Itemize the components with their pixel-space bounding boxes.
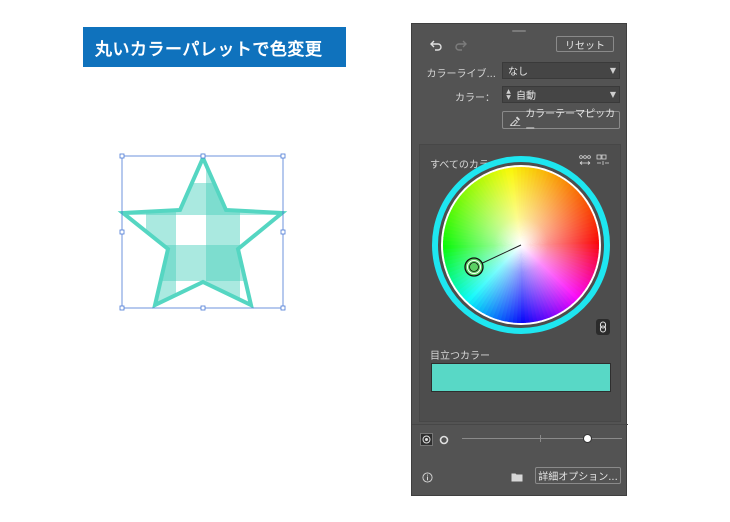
panel-grip[interactable]	[512, 30, 526, 32]
colors-value: 自動	[516, 91, 536, 102]
chevron-down-icon: ▼	[609, 90, 617, 99]
advanced-options-label: 詳細オプション...	[538, 472, 618, 483]
page-title-banner: 丸いカラーパレットで色変更	[83, 27, 346, 67]
library-value: なし	[508, 67, 528, 78]
prominent-color-swatch[interactable]	[431, 363, 611, 392]
stepper-icon[interactable]: ▲ ▼	[503, 88, 514, 101]
reset-button-label: リセット	[565, 40, 605, 52]
slider-midpoint-tick	[540, 435, 541, 442]
color-theme-picker-button[interactable]: カラーテーマピッカー	[502, 109, 620, 135]
reset-button[interactable]: リセット	[556, 36, 614, 52]
link-harmony-icon[interactable]	[596, 319, 610, 335]
colors-label: カラー：	[455, 93, 495, 104]
library-dropdown[interactable]: なし ▼	[502, 62, 620, 79]
brightness-slider[interactable]	[462, 438, 622, 439]
page-title: 丸いカラーパレットで色変更	[95, 39, 323, 60]
divider	[412, 424, 628, 425]
prominent-colors-label: 目立つカラー	[430, 351, 490, 362]
color-theme-picker-label: カラーテーマピッカー	[525, 109, 616, 135]
brightness-mode-icon[interactable]	[420, 433, 433, 446]
chevron-down-icon: ▼	[609, 66, 617, 75]
brightness-slider-thumb[interactable]	[583, 434, 592, 443]
info-icon[interactable]	[421, 471, 434, 484]
artwork-canvas[interactable]	[110, 145, 300, 320]
advanced-options-button[interactable]: 詳細オプション...	[535, 467, 621, 484]
eyedropper-icon	[509, 116, 521, 126]
gingham-pattern	[123, 158, 282, 305]
library-label: カラーライブ...	[426, 69, 496, 80]
colors-dropdown[interactable]: ▲ ▼ 自動 ▼	[502, 86, 620, 103]
undo-icon[interactable]	[428, 38, 444, 52]
folder-icon[interactable]	[510, 471, 524, 483]
color-wheel[interactable]	[429, 153, 613, 337]
saturation-mode-icon[interactable]	[437, 433, 450, 446]
recolor-artwork-panel: リセット カラーライブ... なし ▼ カラー： ▲ ▼ 自動 ▼ カラーテーマピ…	[411, 23, 628, 496]
redo-icon[interactable]	[453, 38, 469, 52]
star-artwork[interactable]	[110, 145, 300, 320]
